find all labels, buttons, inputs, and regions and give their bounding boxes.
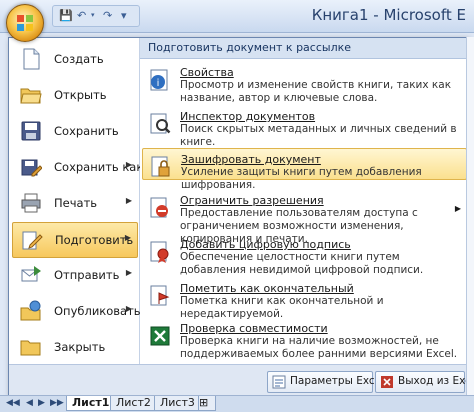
undo-dropdown-icon[interactable]: ▾ <box>91 9 95 22</box>
menu-item-publish[interactable]: Опубликовать ▶ <box>12 294 141 328</box>
mark-final-icon <box>150 285 170 306</box>
submenu-arrow-icon: ▶ <box>125 196 132 205</box>
options-icon <box>272 375 286 389</box>
insert-sheet-icon[interactable]: ⊞ <box>198 396 216 411</box>
inspect-document-icon <box>150 113 171 134</box>
sheet-tab-2[interactable]: Лист2 <box>110 396 157 411</box>
menu-item-label: Создать <box>54 52 104 66</box>
save-disk-icon <box>21 121 41 141</box>
submenu-item-description: Поиск скрытых метаданных и личных сведен… <box>180 123 457 148</box>
quick-access-toolbar: 💾 ↶ ▾ ↷ ▾ <box>52 5 140 27</box>
exit-icon <box>381 376 393 388</box>
submenu-arrow-icon: ▶ <box>125 160 132 169</box>
submenu-item-description: Просмотр и изменение свойств книги, таки… <box>180 79 452 104</box>
submenu-arrow-icon: ▶ <box>454 204 461 213</box>
restrict-permission-icon <box>150 197 168 218</box>
submenu-item-encrypt[interactable]: Зашифровать документ Усиление защиты кни… <box>142 148 467 191</box>
undo-icon[interactable]: ↶ <box>77 9 86 22</box>
customize-qat-icon[interactable]: ▾ <box>121 9 127 22</box>
menu-footer: Параметры Excel Выход из Excel <box>9 364 474 397</box>
submenu-arrow-icon: ▶ <box>124 233 131 242</box>
send-icon <box>21 266 41 282</box>
menu-item-label: Отправить <box>54 268 120 282</box>
digital-signature-icon <box>150 241 169 263</box>
submenu-item-inspect[interactable]: Инспектор документов Поиск скрытых метад… <box>142 106 465 148</box>
menu-item-prepare[interactable]: Подготовить ▶ <box>12 222 138 258</box>
menu-item-send[interactable]: Отправить ▶ <box>12 258 138 292</box>
menu-item-print[interactable]: Печать ▶ <box>12 186 138 220</box>
office-logo-icon <box>17 15 33 31</box>
exit-excel-label: Выход из Excel <box>398 375 474 387</box>
exit-excel-button[interactable]: Выход из Excel <box>375 371 474 393</box>
open-folder-icon <box>20 88 42 104</box>
submenu-item-title: Добавить цифровую подпись <box>180 238 351 251</box>
next-sheet-icon[interactable]: ▶ <box>38 398 45 408</box>
printer-icon <box>21 193 41 213</box>
properties-icon: i <box>150 69 168 91</box>
prev-sheet-icon[interactable]: ◀ <box>26 398 33 408</box>
menu-item-save-as[interactable]: Сохранить как ▶ <box>12 150 143 184</box>
office-button[interactable] <box>6 4 44 42</box>
first-sheet-icon[interactable]: ◀◀ <box>6 398 20 408</box>
submenu-header: Подготовить документ к рассылке <box>140 38 467 59</box>
save-as-icon <box>21 159 42 177</box>
submenu-item-title: Свойства <box>180 66 234 79</box>
menu-item-label: Подготовить <box>55 233 134 247</box>
submenu-item-title: Зашифровать документ <box>181 153 321 166</box>
office-menu-commands: Создать Открыть Сохранить Сохранить как … <box>9 38 143 364</box>
sheet-tab-1[interactable]: Лист1 <box>66 396 116 411</box>
submenu-item-signature[interactable]: Добавить цифровую подпись Обеспечение це… <box>142 234 465 276</box>
svg-text:i: i <box>157 78 160 89</box>
redo-icon[interactable]: ↷ <box>103 9 112 22</box>
menu-item-close[interactable]: Закрыть <box>12 330 138 364</box>
compatibility-check-icon <box>150 326 170 346</box>
sheet-tab-3[interactable]: Лист3 <box>154 396 201 411</box>
menu-item-save[interactable]: Сохранить <box>12 114 138 148</box>
excel-options-button[interactable]: Параметры Excel <box>267 371 384 393</box>
submenu-item-title: Ограничить разрешения <box>180 194 324 207</box>
submenu-item-title: Проверка совместимости <box>180 322 328 335</box>
menu-item-label: Закрыть <box>54 340 106 354</box>
close-folder-icon <box>20 340 41 356</box>
menu-item-new[interactable]: Создать <box>12 42 138 76</box>
submenu-item-description: Проверка книги на наличие возможностей, … <box>180 335 458 360</box>
office-menu: Создать Открыть Сохранить Сохранить как … <box>8 37 474 397</box>
submenu-item-compatibility[interactable]: Проверка совместимости Проверка книги на… <box>142 318 465 360</box>
window-title: Книга1 - Microsoft E <box>311 6 466 24</box>
submenu-item-properties[interactable]: i Свойства Просмотр и изменение свойств … <box>142 62 465 104</box>
submenu-item-restrict[interactable]: Ограничить разрешения Предоставление пол… <box>142 190 465 245</box>
submenu-arrow-icon: ▶ <box>125 268 132 277</box>
new-document-icon <box>23 48 40 70</box>
submenu-item-description: Усиление защиты книги путем добавления ш… <box>181 166 422 191</box>
prepare-submenu: Подготовить документ к рассылке i Свойст… <box>140 38 467 364</box>
menu-item-label: Открыть <box>54 88 107 102</box>
encrypt-lock-icon <box>151 156 170 177</box>
menu-item-label: Печать <box>54 196 98 210</box>
sheet-tab-bar: ◀◀ ◀ ▶ ▶▶ Лист1 Лист2 Лист3 ⊞ <box>0 395 474 412</box>
save-icon[interactable]: 💾 <box>59 9 73 22</box>
excel-options-label: Параметры Excel <box>290 375 385 387</box>
submenu-arrow-icon: ▶ <box>125 304 132 313</box>
submenu-item-description: Обеспечение целостности книги путем доба… <box>180 251 424 276</box>
submenu-header-label: Подготовить документ к рассылке <box>148 41 352 54</box>
publish-icon <box>20 300 41 321</box>
submenu-item-title: Пометить как окончательный <box>180 282 354 295</box>
submenu-item-title: Инспектор документов <box>180 110 316 123</box>
window-edge <box>466 37 474 395</box>
title-bar: 💾 ↶ ▾ ↷ ▾ Книга1 - Microsoft E <box>0 0 474 33</box>
menu-item-label: Сохранить <box>54 124 119 138</box>
prepare-pencil-icon <box>22 231 43 250</box>
last-sheet-icon[interactable]: ▶▶ <box>50 398 64 408</box>
menu-item-open[interactable]: Открыть <box>12 78 138 112</box>
submenu-item-mark-final[interactable]: Пометить как окончательный Пометка книги… <box>142 278 465 320</box>
